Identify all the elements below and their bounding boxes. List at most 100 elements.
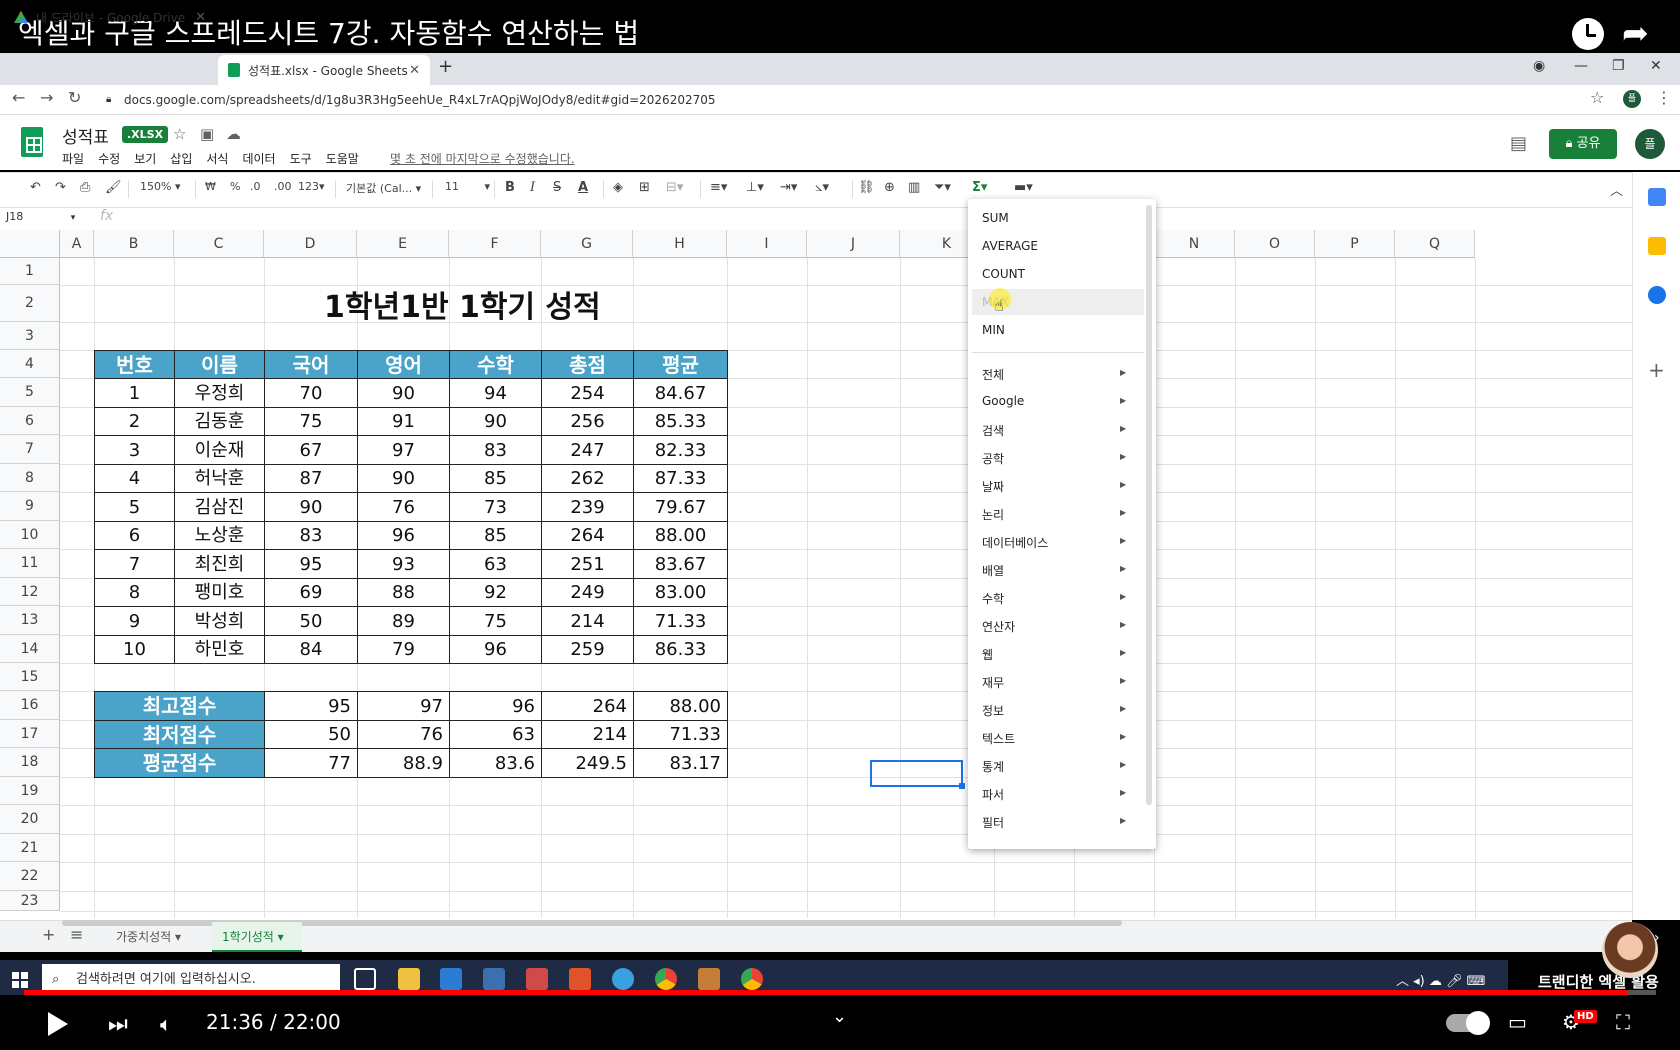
calendar-icon[interactable] — [1648, 188, 1666, 206]
tasks-icon[interactable] — [1648, 286, 1666, 304]
function-item-min[interactable]: MIN — [982, 323, 1005, 337]
task-view-icon[interactable] — [354, 968, 376, 990]
row-header-8[interactable]: 8 — [0, 464, 60, 492]
table-cell[interactable]: 214 — [541, 606, 634, 636]
minimize-button[interactable]: — — [1574, 58, 1588, 74]
table-cell[interactable]: 63 — [449, 549, 542, 579]
menu-edit[interactable]: 수정 — [98, 150, 120, 167]
table-header-cell[interactable]: 평균 — [633, 350, 728, 379]
close-window-button[interactable]: ✕ — [1650, 58, 1662, 74]
insert-chart-icon[interactable]: ▥ — [908, 180, 920, 195]
summary-value-cell[interactable]: 83.6 — [449, 748, 542, 778]
table-cell[interactable]: 김삼진 — [174, 492, 265, 522]
function-category-item[interactable]: 수학 — [982, 590, 1004, 607]
text-wrap-icon[interactable]: ⇥▾ — [780, 180, 797, 195]
table-cell[interactable]: 94 — [449, 378, 542, 408]
table-cell[interactable]: 264 — [541, 521, 634, 550]
fill-color-icon[interactable]: ◈ — [613, 180, 623, 195]
column-header-D[interactable]: D — [264, 230, 357, 258]
table-cell[interactable]: 93 — [357, 549, 450, 579]
merge-cells-icon[interactable]: ⊟▾ — [666, 180, 683, 195]
table-cell[interactable]: 허낙훈 — [174, 464, 265, 493]
menu-help[interactable]: 도움말 — [326, 150, 359, 167]
table-cell[interactable]: 91 — [357, 407, 450, 436]
row-header-15[interactable]: 15 — [0, 663, 60, 691]
row-header-23[interactable]: 23 — [0, 891, 60, 911]
strikethrough-icon[interactable]: S — [553, 180, 561, 195]
volume-icon[interactable]: 🔈︎ — [160, 1012, 172, 1036]
undo-icon[interactable]: ↶ — [30, 180, 41, 195]
new-tab-button[interactable]: + — [438, 56, 453, 77]
table-cell[interactable]: 82.33 — [633, 435, 728, 465]
bookmark-star-icon[interactable]: ☆ — [1590, 88, 1604, 107]
row-header-10[interactable]: 10 — [0, 521, 60, 549]
autoplay-toggle[interactable] — [1446, 1011, 1490, 1035]
table-cell[interactable]: 84.67 — [633, 378, 728, 408]
keep-icon[interactable] — [1648, 237, 1666, 255]
summary-label-cell[interactable]: 최고점수 — [94, 691, 265, 721]
table-cell[interactable]: 3 — [94, 435, 175, 465]
close-icon[interactable]: ✕ — [195, 10, 206, 25]
tab-google-drive[interactable]: 내 드라이브 - Google Drive ✕ — [4, 2, 216, 32]
dropdown-scrollbar[interactable] — [1146, 205, 1152, 805]
row-header-19[interactable]: 19 — [0, 777, 60, 805]
row-header-11[interactable]: 11 — [0, 549, 60, 578]
row-header-2[interactable]: 2 — [0, 285, 60, 322]
move-folder-icon[interactable]: ▣ — [200, 125, 214, 143]
name-box[interactable]: J18 ▾ — [6, 210, 75, 223]
table-cell[interactable]: 85.33 — [633, 407, 728, 436]
url-field[interactable]: 🔒︎ docs.google.com/spreadsheets/d/1g8u3R3… — [96, 89, 1596, 111]
chevron-down-icon[interactable]: ⌄ — [832, 1006, 847, 1027]
bold-icon[interactable]: B — [505, 180, 515, 195]
table-cell[interactable]: 85 — [449, 464, 542, 493]
column-header-J[interactable]: J — [807, 230, 900, 258]
table-cell[interactable]: 김동훈 — [174, 407, 265, 436]
collapse-toolbar-icon[interactable]: ︿ — [1610, 180, 1623, 199]
function-category-item[interactable]: 필터 — [982, 814, 1004, 831]
table-cell[interactable]: 96 — [357, 521, 450, 550]
reload-icon[interactable]: ↻ — [68, 88, 81, 107]
summary-value-cell[interactable]: 88.9 — [357, 748, 450, 778]
back-arrow-icon[interactable]: ← — [12, 88, 25, 107]
more-formats-button[interactable]: 123▾ — [298, 180, 325, 193]
menu-format[interactable]: 서식 — [206, 150, 228, 167]
subtitles-icon[interactable]: ▭ — [1508, 1010, 1527, 1034]
summary-value-cell[interactable]: 249.5 — [541, 748, 634, 778]
table-cell[interactable]: 96 — [449, 635, 542, 664]
column-header-G[interactable]: G — [541, 230, 633, 258]
font-size-select[interactable]: 11 ▾ — [445, 180, 490, 193]
paint-format-icon[interactable]: 🖌︎ — [105, 180, 122, 195]
row-header-9[interactable]: 9 — [0, 492, 60, 521]
summary-value-cell[interactable]: 50 — [264, 720, 358, 749]
table-cell[interactable]: 90 — [449, 407, 542, 436]
security-icon[interactable] — [483, 968, 505, 990]
add-sheet-icon[interactable]: + — [42, 925, 55, 944]
table-header-cell[interactable]: 이름 — [174, 350, 265, 379]
table-cell[interactable]: 83.00 — [633, 578, 728, 607]
redo-icon[interactable]: ↷ — [55, 180, 66, 195]
table-cell[interactable]: 1 — [94, 378, 175, 408]
column-header-C[interactable]: C — [174, 230, 264, 258]
row-header-14[interactable]: 14 — [0, 635, 60, 663]
menu-tools[interactable]: 도구 — [290, 150, 312, 167]
play-icon[interactable] — [48, 1012, 68, 1036]
function-category-item[interactable]: 데이터베이스 — [982, 534, 1048, 551]
selected-cell-j18[interactable] — [870, 760, 965, 789]
table-cell[interactable]: 우정희 — [174, 378, 265, 408]
function-category-item[interactable]: 통계 — [982, 758, 1004, 775]
media-app-icon[interactable] — [698, 968, 720, 990]
column-header-N[interactable]: N — [1154, 230, 1235, 258]
table-cell[interactable]: 70 — [264, 378, 358, 408]
table-cell[interactable]: 90 — [357, 464, 450, 493]
tab-search-icon[interactable]: ◉ — [1533, 58, 1545, 74]
summary-value-cell[interactable]: 97 — [357, 691, 450, 721]
function-category-item[interactable]: 전체 — [982, 366, 1004, 383]
summary-value-cell[interactable]: 95 — [264, 691, 358, 721]
horizontal-align-icon[interactable]: ≡▾ — [710, 180, 727, 195]
row-header-4[interactable]: 4 — [0, 350, 60, 378]
row-header-21[interactable]: 21 — [0, 834, 60, 862]
table-header-cell[interactable]: 번호 — [94, 350, 175, 379]
function-category-item[interactable]: 정보 — [982, 702, 1004, 719]
mail-icon[interactable] — [440, 968, 462, 990]
chrome-icon[interactable] — [655, 968, 677, 990]
